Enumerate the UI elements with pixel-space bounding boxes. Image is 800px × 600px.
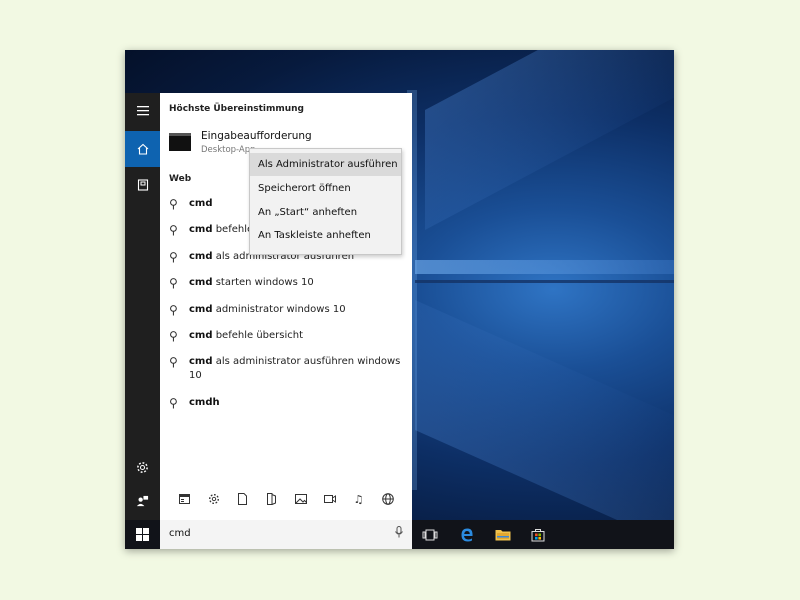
pin-to-start-menu-item[interactable]: An „Start“ anheften: [250, 201, 401, 224]
music-icon[interactable]: ♫: [349, 489, 369, 509]
settings-icon[interactable]: [125, 449, 160, 485]
photo-icon[interactable]: [291, 489, 311, 509]
web-header: Web: [169, 174, 192, 184]
wallpaper-beam: [415, 280, 674, 283]
context-menu: Als Administrator ausführen Speicherort …: [249, 148, 402, 255]
file-explorer-icon[interactable]: [488, 520, 518, 549]
search-icon: ⚲: [169, 396, 178, 410]
microphone-icon[interactable]: [395, 526, 403, 541]
app-name: Eingabeaufforderung: [201, 130, 312, 142]
app-subtitle: Desktop-App: [201, 145, 256, 155]
command-prompt-icon: [169, 133, 191, 151]
search-icon: ⚲: [169, 329, 178, 343]
apps-icon[interactable]: [175, 489, 195, 509]
web-icon[interactable]: [378, 489, 398, 509]
run-as-admin-menu-item[interactable]: Als Administrator ausführen: [250, 153, 401, 176]
best-match-header: Höchste Übereinstimmung: [169, 104, 304, 114]
wallpaper-beam: [425, 50, 674, 231]
wallpaper-beam: [415, 260, 674, 274]
category-filter-bar: ♫: [160, 489, 412, 509]
search-input[interactable]: cmd: [169, 528, 191, 539]
home-icon[interactable]: [125, 131, 160, 167]
start-rail: [125, 93, 160, 520]
document-icon[interactable]: [233, 489, 253, 509]
store-icon[interactable]: [523, 520, 553, 549]
task-view-icon[interactable]: [415, 520, 445, 549]
search-icon: ⚲: [169, 276, 178, 290]
video-icon[interactable]: [320, 489, 340, 509]
search-icon: ⚲: [169, 197, 178, 211]
settings-icon[interactable]: [204, 489, 224, 509]
wallpaper-beam: [415, 300, 674, 549]
search-icon: ⚲: [169, 355, 178, 369]
hamburger-icon[interactable]: [125, 93, 160, 129]
search-icon: ⚲: [169, 303, 178, 317]
search-icon: ⚲: [169, 223, 178, 237]
desktop-screen: Höchste Übereinstimmung Eingabeaufforder…: [125, 50, 674, 549]
pin-to-taskbar-menu-item[interactable]: An Taskleiste anheften: [250, 224, 401, 247]
open-file-location-menu-item[interactable]: Speicherort öffnen: [250, 177, 401, 200]
folder-icon[interactable]: [262, 489, 282, 509]
search-box[interactable]: cmd: [160, 520, 412, 549]
edge-icon[interactable]: [452, 520, 482, 549]
taskbar: cmd: [125, 520, 674, 549]
feedback-icon[interactable]: [125, 483, 160, 519]
notebook-icon[interactable]: [125, 167, 160, 203]
windows-icon[interactable]: [125, 520, 160, 549]
search-icon: ⚲: [169, 250, 178, 264]
